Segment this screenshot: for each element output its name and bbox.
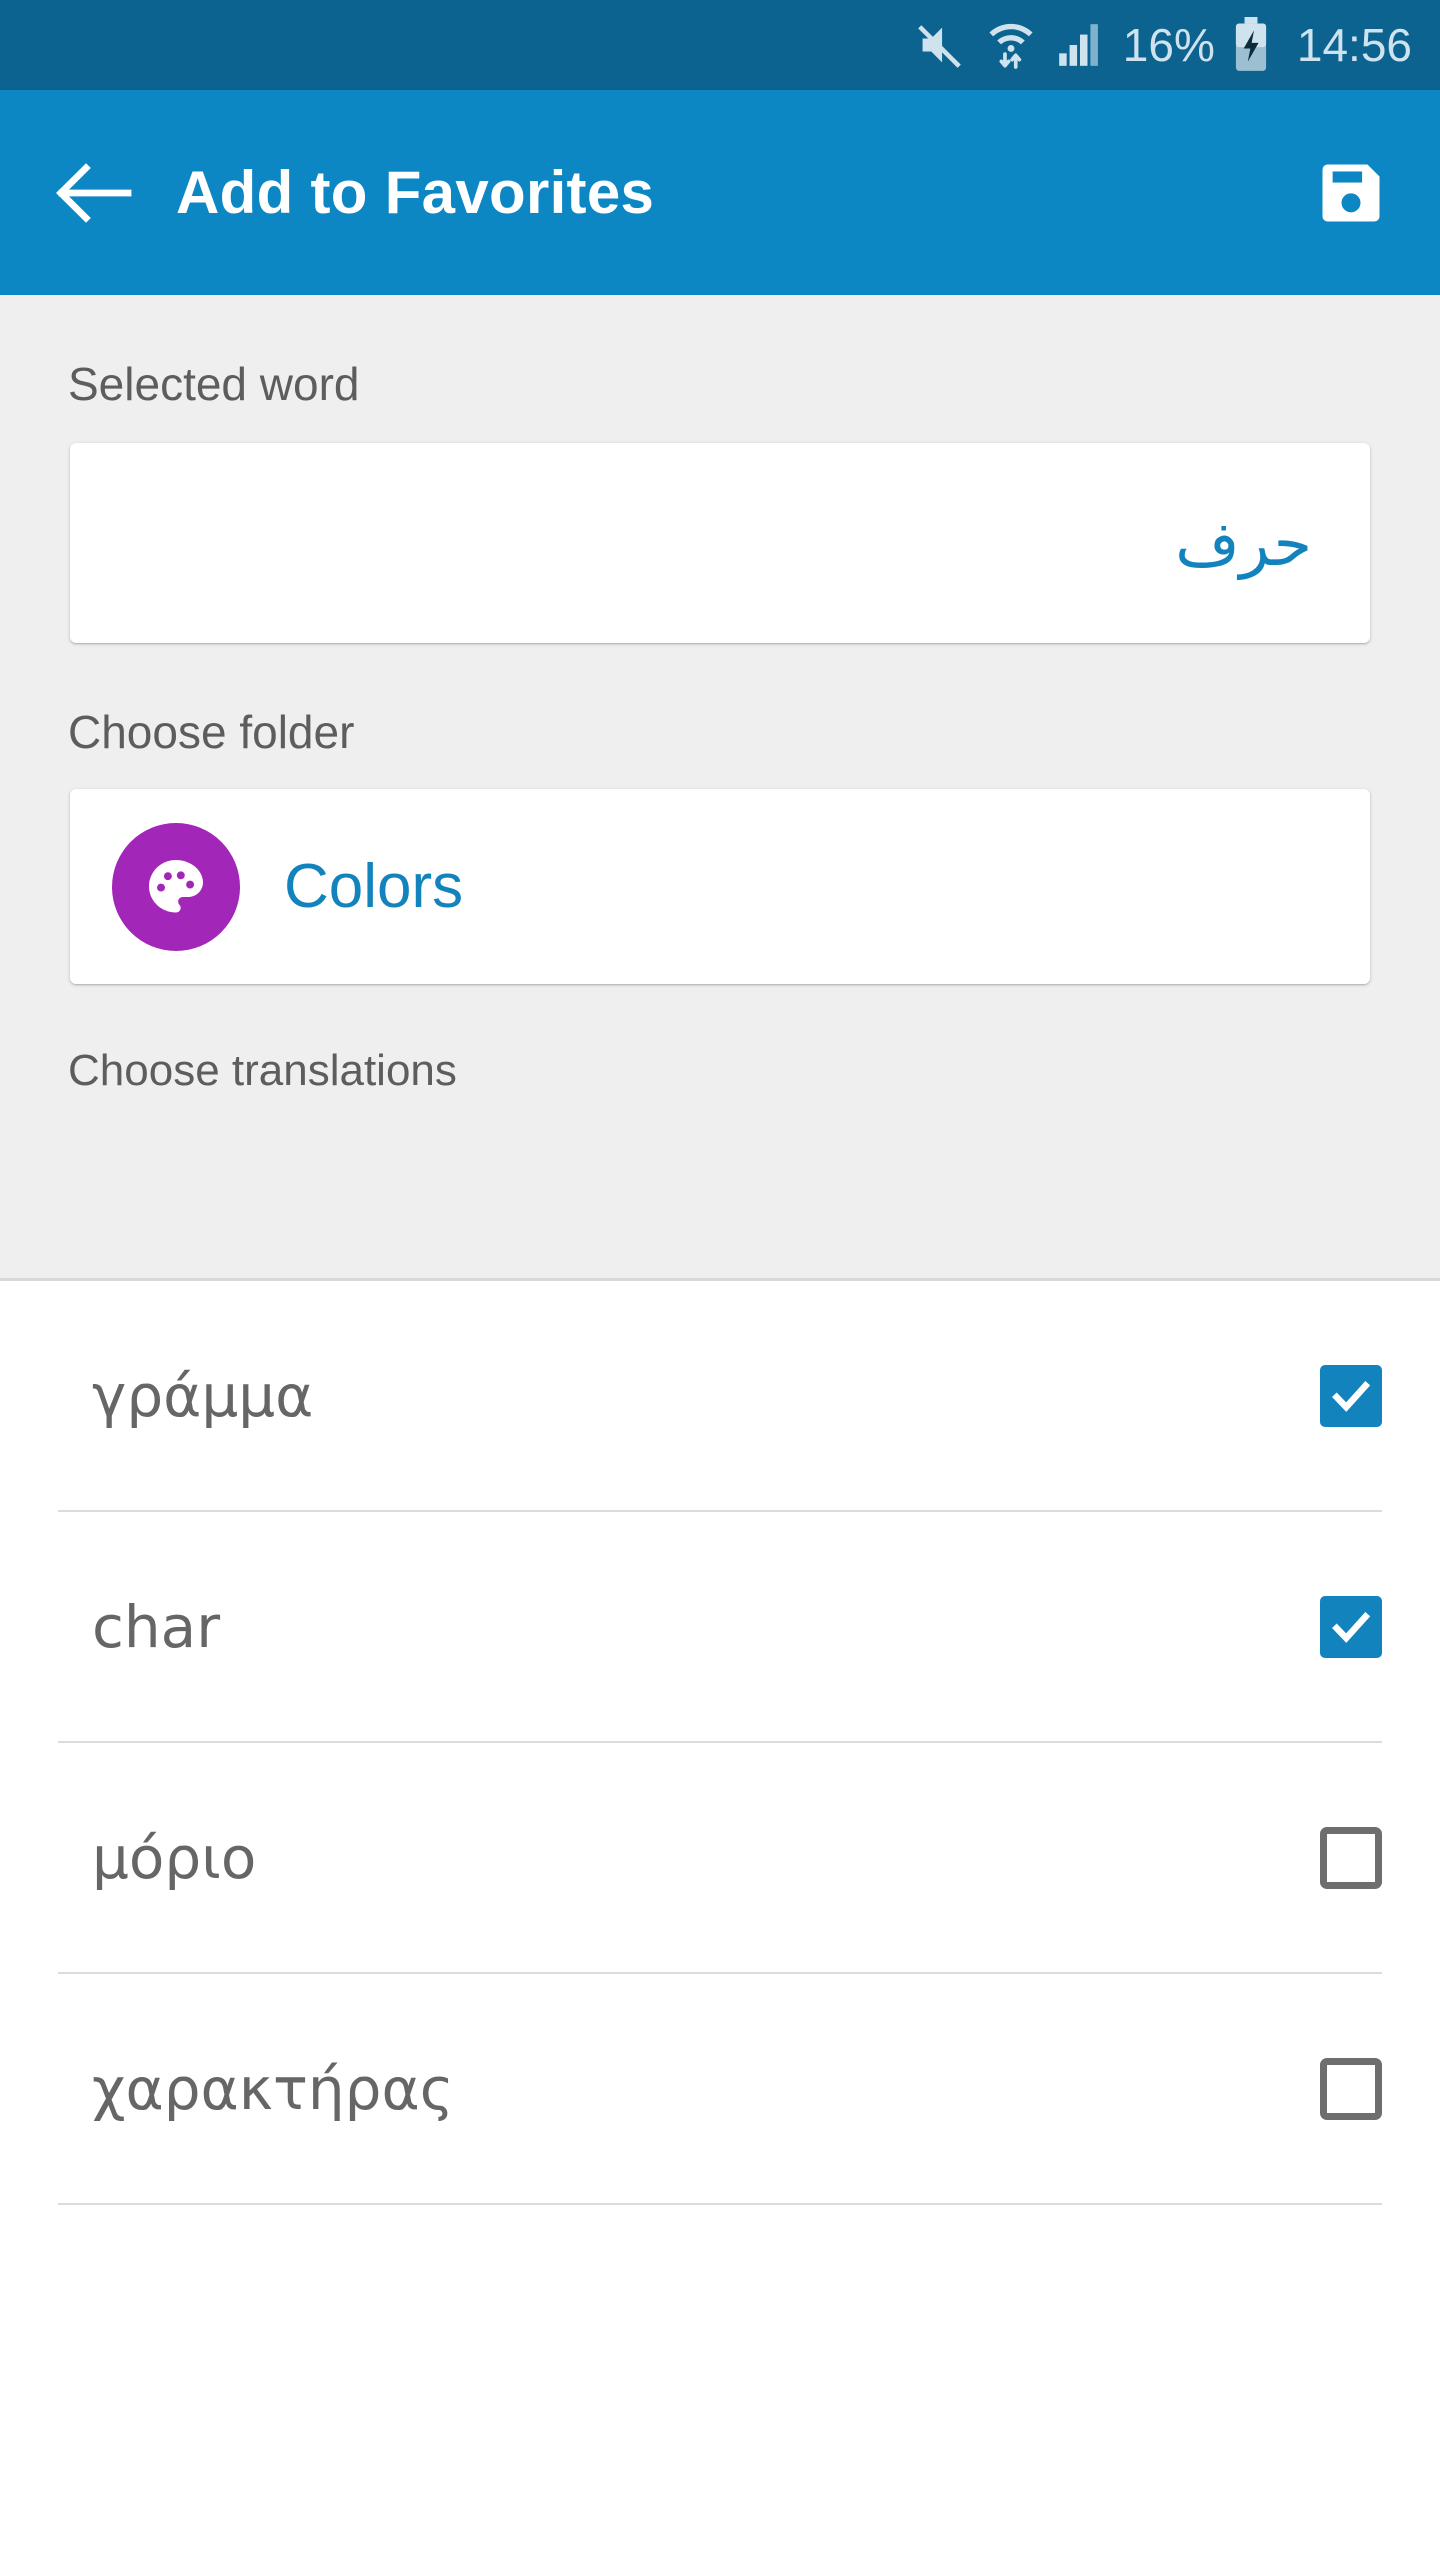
palette-icon <box>112 822 240 951</box>
list-item[interactable]: char <box>0 1512 1440 1741</box>
app-bar: Add to Favorites <box>0 90 1440 295</box>
translation-checkbox[interactable] <box>1320 1595 1382 1658</box>
check-icon <box>1332 1611 1371 1643</box>
save-button[interactable] <box>1308 150 1394 236</box>
status-bar-clock: 14:56 <box>1296 19 1412 71</box>
translation-text: χαρακτήρας <box>92 2054 454 2123</box>
selected-word-value: حرف <box>1175 506 1312 580</box>
folder-name: Colors <box>284 852 464 921</box>
translation-text: μόριο <box>92 1823 257 1892</box>
cellular-signal-icon <box>1055 20 1105 70</box>
back-button[interactable] <box>52 151 136 235</box>
translation-checkbox[interactable] <box>1320 1364 1382 1427</box>
row-divider <box>58 2203 1382 2205</box>
save-floppy-icon <box>1322 164 1380 221</box>
choose-translations-label: Choose translations <box>68 1046 457 1095</box>
translation-text: char <box>92 1592 221 1661</box>
translation-checkbox[interactable] <box>1320 2057 1382 2120</box>
form-section: Selected word حرف Choose folder Colors C… <box>0 295 1440 1278</box>
translation-checkbox[interactable] <box>1320 1826 1382 1889</box>
translation-text: γράμμα <box>92 1361 314 1430</box>
selected-word-input[interactable]: حرف <box>70 443 1370 643</box>
list-item[interactable]: μόριο <box>0 1743 1440 1972</box>
choose-folder-label: Choose folder <box>68 706 355 758</box>
mute-icon <box>915 19 967 71</box>
battery-percentage: 16% <box>1122 19 1215 71</box>
status-bar: 16% 14:56 <box>0 0 1440 90</box>
battery-charging-icon <box>1233 17 1269 73</box>
list-item[interactable]: χαρακτήρας <box>0 1974 1440 2203</box>
translations-list: γράμμα char μόριο χαρακτήρας <box>0 1281 1440 2205</box>
selected-word-label: Selected word <box>68 358 360 410</box>
list-item[interactable]: γράμμα <box>0 1281 1440 1510</box>
wifi-icon <box>985 17 1037 73</box>
folder-selector[interactable]: Colors <box>70 789 1370 984</box>
check-icon <box>1332 1380 1371 1412</box>
page-title: Add to Favorites <box>176 159 655 226</box>
